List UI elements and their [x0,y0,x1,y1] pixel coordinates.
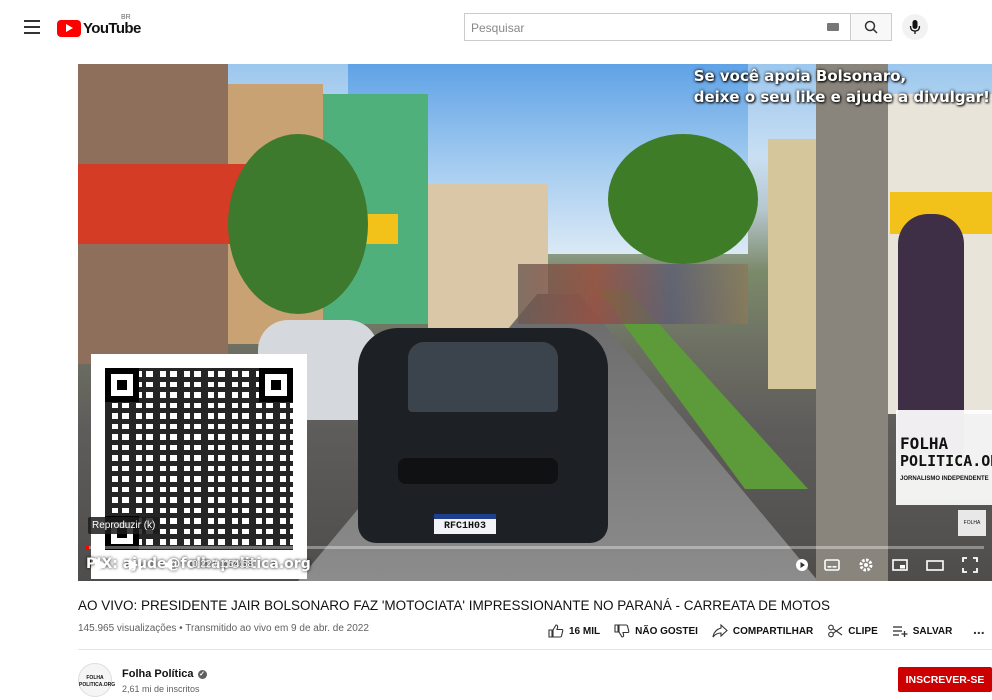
divider [78,649,992,650]
like-button[interactable]: 16 MIL [548,624,600,638]
avatar-line-2: POLITICA.ORG [79,682,116,688]
youtube-play-icon [57,19,81,37]
miniplayer-icon[interactable] [892,557,908,573]
share-button[interactable]: COMPARTILHAR [712,624,813,638]
volume-icon[interactable] [164,557,180,573]
watermark-line-3: JORNALISMO INDEPENDENTE [900,476,989,482]
progress-bar[interactable] [86,546,984,549]
search-button[interactable] [850,13,892,41]
thumbs-down-icon [614,624,630,638]
dislike-label: NÃO GOSTEI [635,625,698,637]
captions-icon[interactable] [824,557,840,573]
video-frame-tree [608,134,758,264]
subscriber-count: 2,61 mi de inscritos [122,684,200,694]
video-frame-crowd [518,264,748,324]
clip-label: CLIPE [848,625,878,637]
channel-avatar[interactable]: FOLHA POLITICA.ORG [78,663,116,697]
avatar-line-1: FOLHA [86,675,104,681]
save-label: SALVAR [912,625,953,637]
voice-search-button[interactable] [902,14,928,40]
video-frame-pole [816,64,888,581]
logo-text: YouTube [83,19,141,37]
thumbs-up-icon [548,624,564,638]
channel-name-link[interactable]: Folha Política ✓ [122,668,207,680]
like-count: 16 MIL [569,625,601,637]
region-code: BR [121,14,131,21]
play-tooltip: Reproduzir (k) [88,517,160,534]
progress-fill [86,546,89,549]
search-icon [864,20,878,34]
theater-mode-icon[interactable] [926,557,944,573]
add-to-playlist-icon [892,626,908,637]
video-player[interactable]: RFC1H03 Se você apoia Bolsonaro, deixe o… [78,64,992,581]
search-box [464,13,850,42]
next-icon[interactable] [128,557,142,573]
license-plate: RFC1H03 [434,514,496,534]
watermark-line-2: POLITICA.ORG [900,452,992,470]
channel-name: Folha Política [122,668,194,680]
fullscreen-icon[interactable] [962,557,978,573]
video-frame-tree [228,134,368,314]
verified-check-icon: ✓ [197,670,207,679]
video-overlay-text: Se você apoia Bolsonaro, deixe o seu lik… [694,66,990,108]
more-options-button[interactable]: ... [973,621,985,637]
video-frame-grille [398,458,558,484]
watermark-line-1: FOLHA [900,434,949,453]
video-title: AO VIVO: PRESIDENTE JAIR BOLSONARO FAZ '… [78,598,831,613]
top-bar: YouTube BR [0,0,992,56]
autoplay-toggle-icon[interactable] [794,557,810,573]
dislike-button[interactable]: NÃO GOSTEI [614,624,698,638]
search-input[interactable] [465,14,813,42]
action-bar: 16 MIL NÃO GOSTEI COMPARTILHAR CLIPE SAL… [548,622,966,640]
video-frame-windshield [408,342,558,412]
save-button[interactable]: SALVAR [892,624,953,638]
branding-logo[interactable]: FOLHA [958,510,986,536]
menu-icon[interactable] [24,20,40,34]
share-label: COMPARTILHAR [732,625,814,637]
settings-gear-icon[interactable] [858,557,874,573]
microphone-icon [909,20,921,34]
qr-finder [105,368,139,402]
scissors-icon [828,624,843,638]
subscribe-button[interactable]: INSCREVER-SE [898,667,992,692]
play-icon[interactable] [94,557,108,573]
share-icon [712,624,728,638]
youtube-logo[interactable]: YouTube BR [57,14,141,37]
qr-finder [259,368,293,402]
overlay-line-1: Se você apoia Bolsonaro, [693,67,907,85]
clip-button[interactable]: CLIPE [827,624,878,638]
video-meta: 145.965 visualizações • Transmitido ao v… [78,623,369,634]
channel-watermark: FOLHA POLITICA.ORG JORNALISMO INDEPENDEN… [896,410,992,505]
keyboard-icon[interactable] [827,23,839,31]
player-controls: 0:22 / 1:54:58 [78,550,992,581]
time-display: 0:22 / 1:54:58 [192,559,254,570]
overlay-line-2: deixe o seu like e ajude a divulgar! [693,88,990,106]
